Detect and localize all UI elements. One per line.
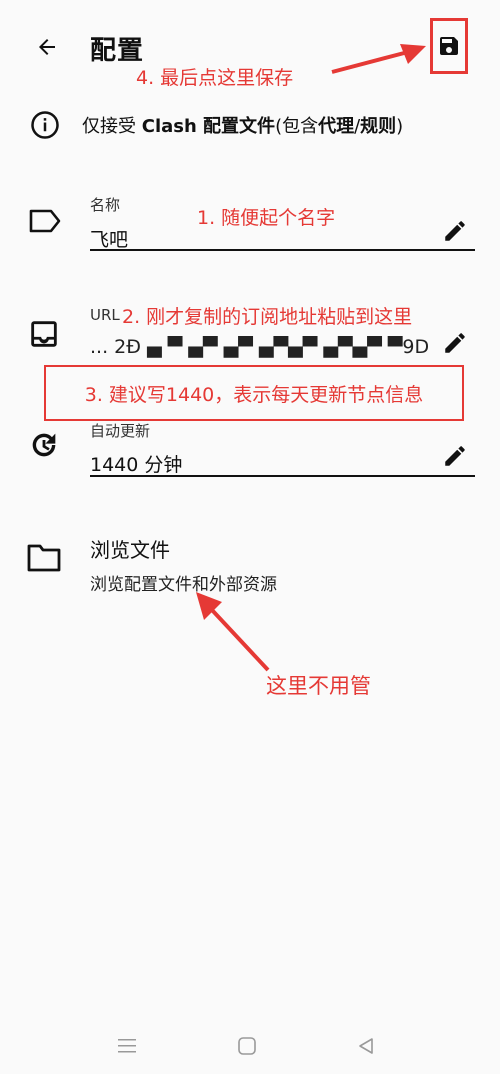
back-arrow-icon <box>39 39 55 55</box>
folder-icon <box>27 544 61 572</box>
annotation-step3: 3. 建议写1440，表示每天更新节点信息 <box>84 383 424 406</box>
menu-icon[interactable] <box>117 1037 137 1055</box>
update-label: 自动更新 <box>90 422 151 440</box>
pencil-icon[interactable] <box>442 443 468 469</box>
info-row: 仅接受 Clash 配置文件(包含代理/规则) <box>30 110 403 140</box>
annotation-step3-box: 3. 建议写1440，表示每天更新节点信息 <box>44 365 464 421</box>
info-icon <box>31 111 59 139</box>
name-field[interactable]: 飞吧 <box>90 225 128 252</box>
back-icon[interactable] <box>356 1036 376 1056</box>
update-underline <box>90 475 475 477</box>
name-underline <box>90 249 475 251</box>
annotation-arrow-save <box>331 44 426 74</box>
annotation-note: 这里不用管 <box>266 674 371 698</box>
update-field[interactable]: 1440 分钟 <box>90 450 182 477</box>
annotation-step1: 1. 随便起个名字 <box>197 207 336 229</box>
name-label: 名称 <box>90 196 121 214</box>
browse-files-title: 浏览文件 <box>90 538 170 562</box>
save-button[interactable] <box>430 18 468 74</box>
inbox-icon <box>31 321 57 347</box>
pencil-icon[interactable] <box>442 330 468 356</box>
url-label: URL <box>90 306 120 324</box>
home-icon[interactable] <box>237 1036 257 1056</box>
update-icon <box>32 433 56 457</box>
label-icon <box>29 209 61 233</box>
back-button[interactable] <box>30 30 64 64</box>
annotation-step4: 4. 最后点这里保存 <box>136 67 294 89</box>
url-field[interactable]: ... 2Ð ▄ ▀ ▄▀ ▄▀ ▄▀▄▀ ▄▀▄▀ ▀9D <box>90 336 435 358</box>
page-title: 配置 <box>90 36 145 66</box>
info-text: 仅接受 Clash 配置文件(包含代理/规则) <box>82 116 404 137</box>
annotation-step2: 2. 刚才复制的订阅地址粘贴到这里 <box>122 306 413 328</box>
save-icon <box>440 37 458 55</box>
pencil-icon[interactable] <box>442 218 468 244</box>
annotation-arrow-note <box>196 592 270 672</box>
